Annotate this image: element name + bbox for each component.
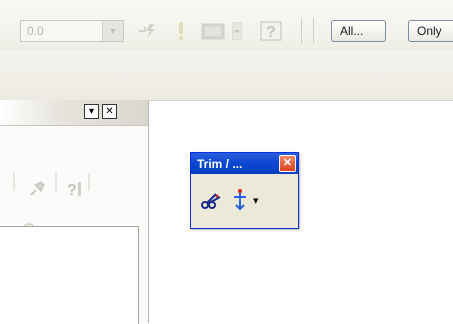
close-button[interactable]: ✕ [279,155,296,172]
tree-view[interactable] [0,226,139,324]
close-icon: ✕ [105,106,114,117]
all-button[interactable]: All... [331,20,386,42]
close-icon: ✕ [282,157,293,169]
question-icon[interactable]: ? [64,179,84,199]
toolbar-separator [313,18,314,44]
left-panel: ▾ ✕ ? [0,100,149,324]
chevron-down-icon[interactable]: ▼ [102,21,123,41]
panel-titlebar: ▾ ✕ [0,100,148,126]
chevron-down-icon[interactable]: ▾ [253,191,263,207]
close-button[interactable]: ✕ [102,104,117,119]
trim-window-titlebar[interactable]: Trim / ... ✕ [191,153,298,174]
scissors-icon[interactable] [200,191,222,211]
toolbar-separator [301,18,302,44]
top-toolbar: 0.0 ▼ ? All... Only [0,0,453,51]
svg-text:?: ? [266,24,276,41]
lightning-icon[interactable] [135,21,159,41]
exclamation-icon[interactable] [174,21,188,41]
trim-toolbar-window[interactable]: Trim / ... ✕ ▾ [190,152,299,229]
svg-text:?: ? [67,182,77,199]
dropdown-button[interactable]: ▾ [84,104,99,119]
trim-extend-icon[interactable] [231,187,249,211]
pin-icon[interactable] [27,179,47,199]
chevron-down-icon: ▾ [88,106,95,117]
combo-value: 0.0 [27,24,44,38]
trim-window-title: Trim / ... [197,157,243,171]
question-icon[interactable]: ? [259,21,283,41]
trim-window-body: ▾ [191,174,298,228]
only-button[interactable]: Only [408,20,453,42]
value-combo[interactable]: 0.0 ▼ [20,20,124,42]
chevron-down-icon[interactable] [231,21,243,41]
toolbar-band [0,50,453,101]
image-icon[interactable] [200,21,226,41]
